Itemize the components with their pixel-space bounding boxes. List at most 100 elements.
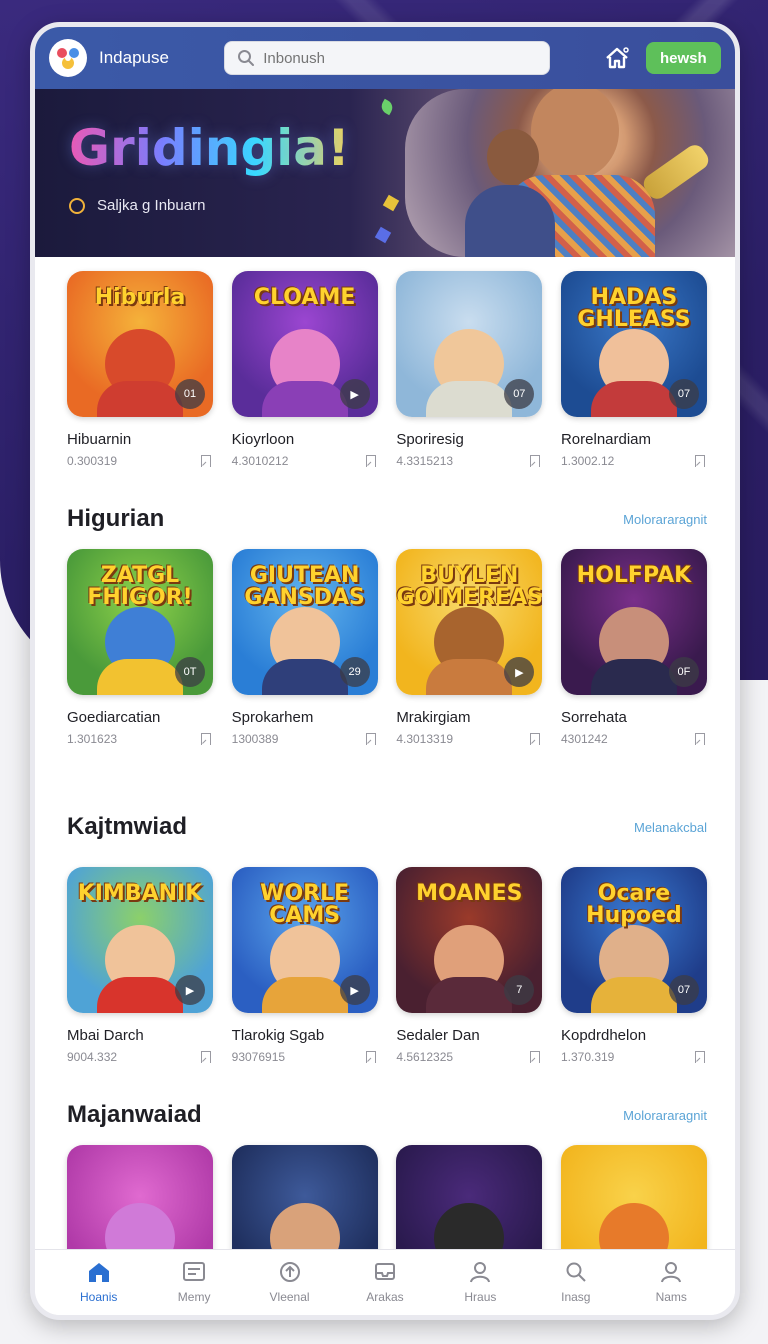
game-thumbnail[interactable]: WORLE CAMS ▶ [231, 867, 378, 1013]
nav-label: Vleenal [269, 1290, 310, 1304]
game-thumbnail[interactable]: MOANES 7 [396, 867, 543, 1013]
confetti-decoration [374, 226, 392, 244]
game-card[interactable]: HADAS GHLEASS 07 Rorelnardiam 1.3002.12 [560, 271, 707, 468]
game-card[interactable]: Hiburla 01 Hibuarnin 0.300319 [67, 271, 213, 468]
game-card[interactable]: WORLE CAMS ▶ Tlarokig Sgab 93076915 [231, 867, 378, 1064]
duration-badge: 0T [175, 657, 205, 687]
duration-badge: 29 [339, 657, 370, 687]
hero-banner[interactable]: Gridingia! Saljka g Inbuarn [35, 89, 735, 257]
see-more-link[interactable]: Molorararagnit [623, 1108, 707, 1123]
game-row: Hiburla 01 Hibuarnin 0.300319 CLOAME ▶ Kioyrlo… [67, 271, 707, 468]
game-thumbnail[interactable]: KIMBANIK ▶ [67, 867, 213, 1013]
game-meta-row: 1.3002.12 [561, 454, 707, 468]
game-card[interactable]: BUYLEN GOIMEREAS! ▶ Mrakirgiam 4.3013319 [396, 549, 543, 746]
see-more-link[interactable]: Melanakcbal [634, 820, 707, 835]
play-count: 4301242 [560, 732, 608, 746]
nav-label: Hraus [464, 1290, 497, 1304]
game-thumbnail[interactable]: Hiburla 01 [67, 271, 213, 417]
search-icon [238, 50, 255, 66]
play-count: 1.370.319 [560, 1050, 615, 1064]
nav-item-search[interactable]: Inasg [536, 1261, 616, 1304]
game-title: Tlarokig Sgab [231, 1027, 325, 1044]
bookmark-icon[interactable] [694, 733, 705, 745]
game-thumbnail[interactable]: GIUTEAN GANSDAS 29 [231, 549, 378, 695]
character-body [426, 659, 513, 695]
app-logo[interactable] [49, 39, 87, 77]
game-card[interactable]: KIMBANIK ▶ Mbai Darch 9004.332 [67, 867, 213, 1064]
thumbnail-title: Hiburla [94, 285, 186, 310]
game-thumbnail[interactable]: ZATGL FHIGOR! 0T [67, 549, 213, 695]
bookmark-icon[interactable] [365, 733, 376, 745]
nav-item-inbox[interactable]: Arakas [345, 1261, 425, 1304]
game-card[interactable]: HOLFPAK 0F Sorrehata 4301242 [560, 549, 707, 746]
character-body [261, 977, 348, 1013]
game-title: Rorelnardiam [560, 431, 652, 448]
nav-item-user[interactable]: Hraus [440, 1261, 520, 1304]
section-title: Higurian [67, 505, 165, 532]
play-count: 4.3315213 [396, 454, 454, 468]
bottom-navigation: Hoanis Memy Vleenal Arakas Hraus Inasg Nams [35, 1249, 735, 1315]
bookmark-icon[interactable] [201, 733, 211, 745]
game-title: Sedaler Dan [396, 1027, 480, 1044]
game-thumbnail[interactable]: Ocare Hupoed 07 [560, 867, 707, 1013]
nav-item-profile[interactable]: Nams [631, 1261, 711, 1304]
search-bar[interactable] [224, 41, 550, 75]
character-body [590, 381, 677, 417]
play-count: 93076915 [231, 1050, 286, 1064]
game-meta-row: 4.3315213 [396, 454, 542, 468]
bookmark-icon[interactable] [694, 455, 705, 467]
thumbnail-title: MOANES [416, 881, 523, 906]
section-header: Kajtmwiad Melanakcbal [67, 813, 707, 841]
game-card[interactable]: ZATGL FHIGOR! 0T Goediarcatian 1.301623 [67, 549, 213, 746]
game-card[interactable]: Ocare Hupoed 07 Kopdrdhelon 1.370.319 [560, 867, 707, 1064]
home-icon [87, 1261, 111, 1290]
game-thumbnail[interactable]: CLOAME ▶ [231, 271, 378, 417]
nav-label: Hoanis [80, 1290, 118, 1304]
duration-badge: 07 [668, 975, 699, 1005]
banner-subtitle: Saljka g Inbuarn [97, 197, 206, 214]
nav-item-menu[interactable]: Memy [154, 1261, 234, 1304]
game-thumbnail[interactable]: HADAS GHLEASS 07 [560, 271, 707, 417]
nav-label: Nams [655, 1290, 687, 1304]
bookmark-icon[interactable] [530, 1051, 541, 1063]
section-title: Kajtmwiad [67, 813, 188, 840]
bookmark-icon[interactable] [694, 1051, 705, 1063]
confetti-decoration [378, 98, 396, 116]
thumbnail-title: GIUTEAN GANSDAS [244, 563, 365, 610]
nav-label: Inasg [561, 1290, 591, 1304]
thumbnail-title: HOLFPAK [576, 563, 692, 588]
game-card[interactable]: 07 Sporiresig 4.3315213 [396, 271, 543, 468]
bookmark-icon[interactable] [530, 455, 541, 467]
game-card[interactable]: MOANES 7 Sedaler Dan 4.5612325 [396, 867, 543, 1064]
menu-icon [182, 1261, 206, 1290]
nav-item-upload[interactable]: Vleenal [250, 1261, 330, 1304]
news-button[interactable]: hewsh [645, 42, 722, 74]
see-more-link[interactable]: Molorararagnit [623, 512, 707, 527]
game-thumbnail[interactable]: HOLFPAK 0F [560, 549, 707, 695]
character-body [97, 977, 183, 1013]
game-card[interactable]: CLOAME ▶ Kioyrloon 4.3010212 [231, 271, 378, 468]
bookmark-icon[interactable] [530, 733, 541, 745]
bookmark-icon[interactable] [201, 1051, 211, 1063]
search-input[interactable] [263, 49, 534, 67]
character-body [590, 977, 677, 1013]
bookmark-icon[interactable] [365, 1051, 376, 1063]
game-meta-row: 4.3013319 [396, 732, 542, 746]
banner-person-face [531, 89, 619, 179]
play-icon: ▶ [339, 379, 370, 409]
thumbnail-title: ZATGL FHIGOR! [87, 563, 193, 610]
game-title: Hibuarnin [67, 431, 132, 448]
coin-icon [69, 197, 85, 214]
banner-child-shirt [465, 185, 555, 257]
game-thumbnail[interactable]: BUYLEN GOIMEREAS! ▶ [396, 549, 543, 695]
bookmark-icon[interactable] [365, 455, 376, 467]
game-card[interactable]: GIUTEAN GANSDAS 29 Sprokarhem 1300389 [231, 549, 378, 746]
bookmark-icon[interactable] [201, 455, 211, 467]
play-count: 4.3013319 [396, 732, 454, 746]
game-title: Mbai Darch [67, 1027, 144, 1044]
nav-item-home[interactable]: Hoanis [59, 1261, 139, 1304]
home-button[interactable] [602, 43, 632, 73]
game-thumbnail[interactable]: 07 [396, 271, 543, 417]
search-icon [564, 1261, 588, 1290]
app-window: Indapuse hewsh Gridingia! Saljka g Inbua… [30, 22, 740, 1320]
